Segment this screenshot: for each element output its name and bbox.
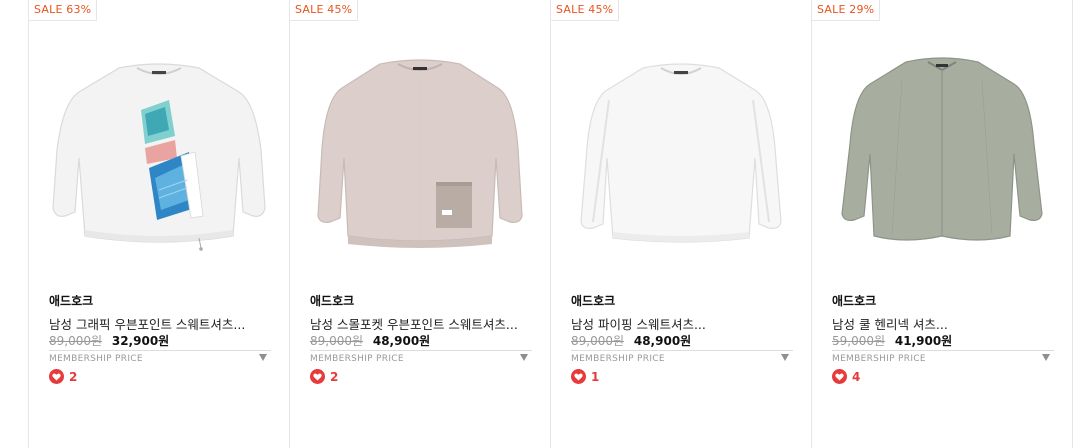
like-count: 4 [852, 369, 861, 384]
original-price: 59,000원 [832, 334, 886, 348]
membership-price-label: MEMBERSHIP PRICE [832, 354, 926, 364]
brand-name[interactable]: 애드호크 [310, 292, 354, 309]
original-price: 89,000원 [49, 334, 103, 348]
sale-price: 48,900원 [372, 334, 431, 348]
sweatshirt-image [52, 63, 266, 251]
price-row: 89,000원 48,900원 [571, 332, 691, 349]
membership-price-label: MEMBERSHIP PRICE [310, 354, 404, 364]
brand-name[interactable]: 애드호크 [832, 292, 876, 309]
like-button[interactable]: 4 [832, 369, 860, 384]
heart-icon [571, 369, 586, 384]
chevron-down-icon[interactable] [259, 354, 267, 361]
product-card[interactable]: SALE 63% 애드호크 남성 그래픽 우븐포인트 스웨트셔츠... 89,0… [28, 0, 288, 448]
price-row: 59,000원 41,900원 [832, 332, 952, 349]
product-image[interactable] [832, 40, 1052, 260]
sweatshirt-image [317, 59, 523, 248]
sale-badge: SALE 29% [812, 0, 881, 21]
like-button[interactable]: 2 [310, 369, 338, 384]
product-card[interactable]: SALE 45% 애드호크 남성 스몰포켓 우븐포인트 스웨트셔츠... 89,… [289, 0, 549, 448]
heart-icon [310, 369, 325, 384]
product-image[interactable] [49, 40, 269, 260]
price-row: 89,000원 32,900원 [49, 332, 169, 349]
product-name[interactable]: 남성 그래픽 우븐포인트 스웨트셔츠... [49, 314, 279, 333]
chevron-down-icon[interactable] [520, 354, 528, 361]
product-image[interactable] [571, 40, 791, 260]
divider [49, 350, 271, 351]
heart-icon [832, 369, 847, 384]
product-name[interactable]: 남성 스몰포켓 우븐포인트 스웨트셔츠... [310, 314, 540, 333]
like-button[interactable]: 1 [571, 369, 599, 384]
brand-name[interactable]: 애드호크 [571, 292, 615, 309]
sale-badge: SALE 45% [551, 0, 620, 21]
original-price: 89,000원 [571, 334, 625, 348]
membership-price-label: MEMBERSHIP PRICE [49, 354, 143, 364]
price-row: 89,000원 48,900원 [310, 332, 430, 349]
product-grid: SALE 63% 애드호크 남성 그래픽 우븐포인트 스웨트셔츠... 89,0… [0, 0, 1082, 448]
shirt-image [841, 57, 1043, 241]
like-count: 2 [69, 369, 78, 384]
like-count: 2 [330, 369, 339, 384]
divider [832, 350, 1054, 351]
like-count: 1 [591, 369, 600, 384]
brand-name[interactable]: 애드호크 [49, 292, 93, 309]
sale-badge: SALE 45% [290, 0, 359, 21]
divider [571, 350, 793, 351]
like-button[interactable]: 2 [49, 369, 77, 384]
product-name[interactable]: 남성 파이핑 스웨트셔츠... [571, 314, 801, 333]
heart-icon [49, 369, 64, 384]
sale-badge: SALE 63% [29, 0, 98, 21]
chevron-down-icon[interactable] [1042, 354, 1050, 361]
sale-price: 48,900원 [633, 334, 692, 348]
membership-price-label: MEMBERSHIP PRICE [571, 354, 665, 364]
divider [310, 350, 532, 351]
product-card[interactable]: SALE 45% 애드호크 남성 파이핑 스웨트셔츠... 89,000원 48… [550, 0, 810, 448]
sweatshirt-image [580, 63, 782, 243]
sale-price: 41,900원 [894, 334, 953, 348]
sale-price: 32,900원 [111, 334, 170, 348]
original-price: 89,000원 [310, 334, 364, 348]
product-name[interactable]: 남성 쿨 헨리넥 셔츠... [832, 314, 1062, 333]
chevron-down-icon[interactable] [781, 354, 789, 361]
product-image[interactable] [310, 40, 530, 260]
product-card[interactable]: SALE 29% 애드호크 남성 쿨 헨리넥 셔츠... 59,000원 41,… [811, 0, 1073, 448]
